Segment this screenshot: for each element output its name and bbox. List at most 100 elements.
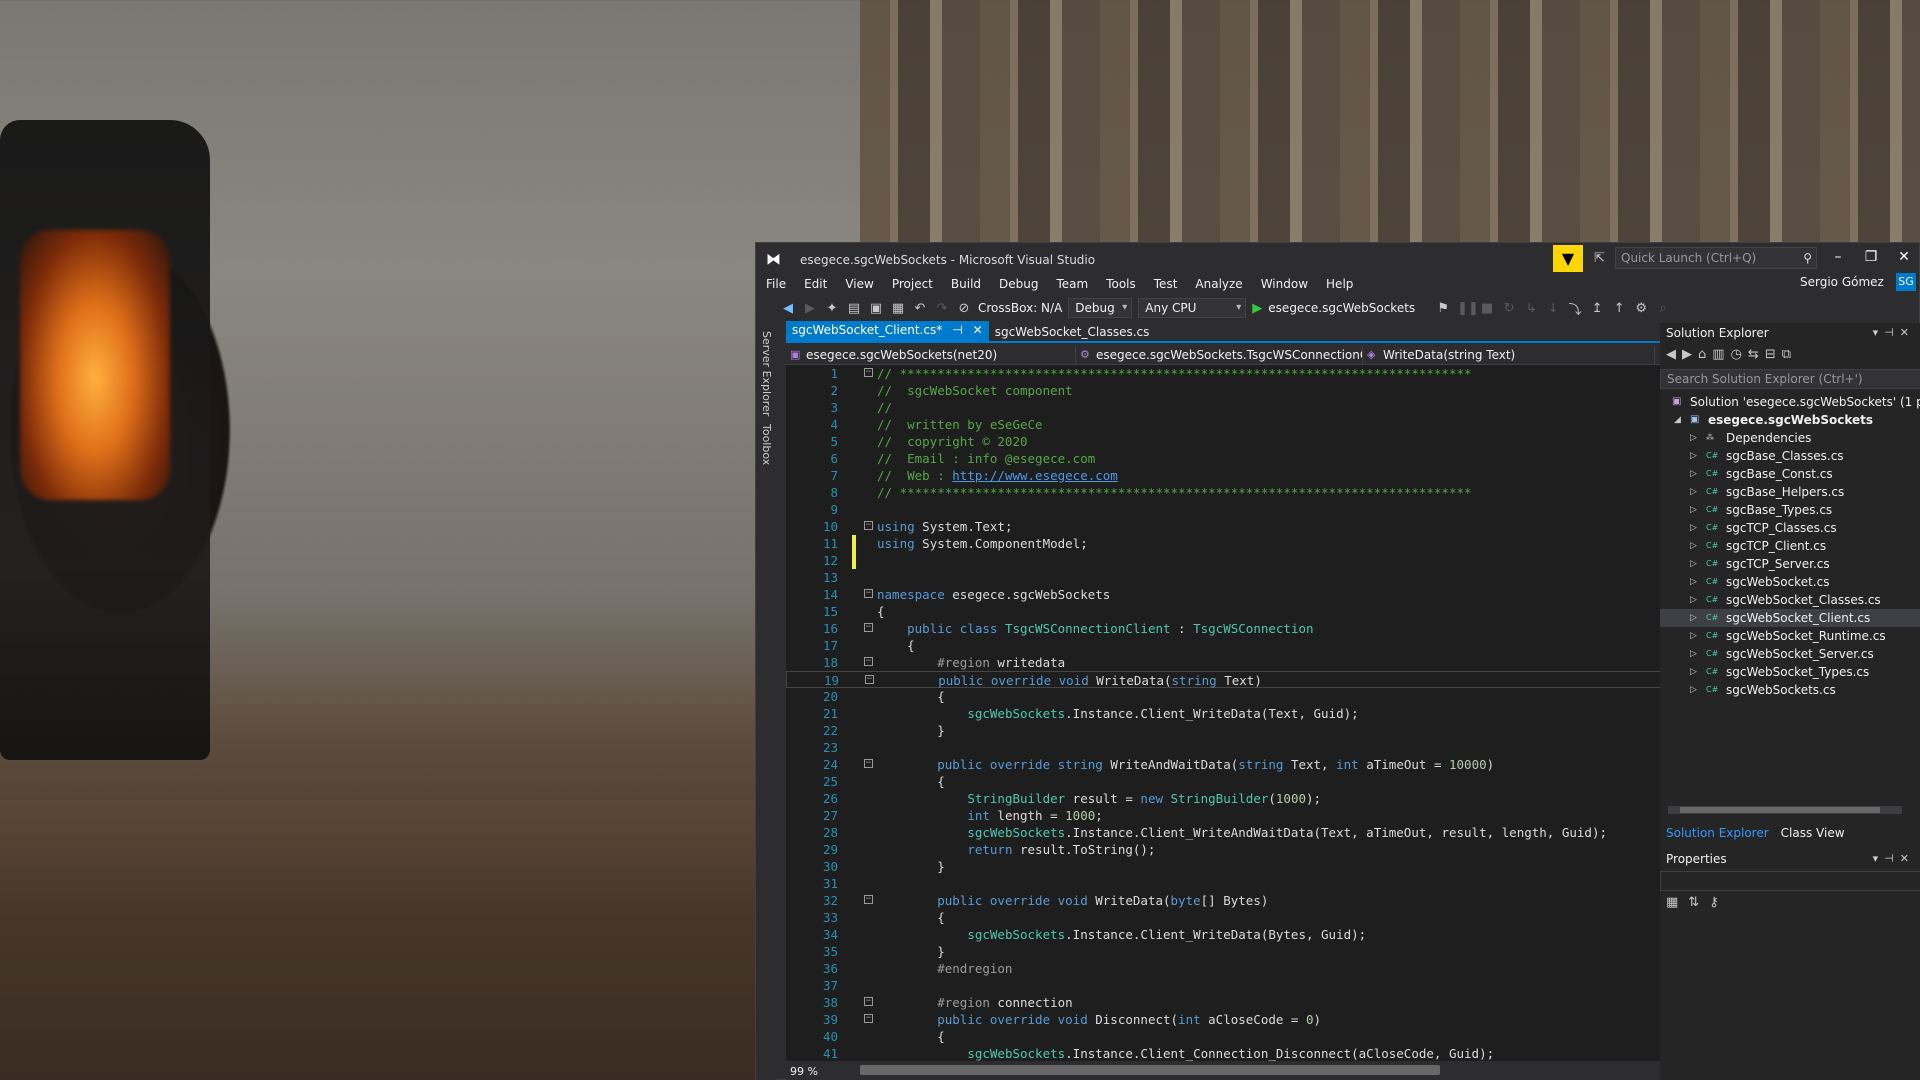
tab-toolbox[interactable]: Toolbox	[760, 424, 773, 465]
show-next-statement-icon[interactable]: ↳	[1523, 301, 1539, 316]
step-into-icon[interactable]: ↓	[1545, 301, 1561, 316]
startup-project-button[interactable]: esegece.sgcWebSockets	[1268, 301, 1415, 315]
menu-build[interactable]: Build	[951, 277, 981, 291]
save-all-icon[interactable]: ▦	[890, 301, 906, 316]
configuration-select[interactable]: Debug	[1068, 298, 1133, 318]
step-over-icon[interactable]: ⤵	[1567, 299, 1583, 318]
minimize-button[interactable]: –	[1828, 249, 1848, 265]
home-icon[interactable]: ⌂	[1698, 347, 1706, 362]
code-line[interactable]: 14 − namespace esegece.sgcWebSockets	[786, 586, 1694, 603]
collapse-all-icon[interactable]: ⊟	[1765, 347, 1776, 362]
menu-help[interactable]: Help	[1326, 277, 1353, 291]
zoom-icon[interactable]: ⌕	[1655, 301, 1671, 316]
menu-view[interactable]: View	[845, 277, 873, 291]
expand-arrow-icon[interactable]: ▷	[1690, 555, 1697, 573]
menu-file[interactable]: File	[766, 277, 786, 291]
user-name[interactable]: Sergio Gómez	[1800, 275, 1884, 289]
menu-analyze[interactable]: Analyze	[1195, 277, 1242, 291]
tab-sgcwebsocket-classes[interactable]: sgcWebSocket_Classes.cs	[989, 323, 1156, 341]
solution-node[interactable]: ▣ Solution 'esegece.sgcWebSockets' (1 pr…	[1660, 393, 1920, 411]
code-line[interactable]: 36 #endregion	[786, 960, 1694, 977]
platform-select[interactable]: Any CPU	[1138, 298, 1247, 318]
maximize-button[interactable]: ❐	[1861, 249, 1881, 265]
expand-arrow-icon[interactable]: ▷	[1690, 429, 1697, 447]
pause-icon[interactable]: ❚❚	[1457, 301, 1479, 316]
tab-class-view[interactable]: Class View	[1775, 823, 1851, 843]
expand-arrow-icon[interactable]: ▷	[1690, 645, 1697, 663]
filter-icon[interactable]: ▼	[1553, 245, 1583, 272]
hot-reload-icon[interactable]: ⚙	[1633, 301, 1649, 316]
expand-arrow-icon[interactable]: ▷	[1690, 573, 1697, 591]
stop-icon[interactable]: ■	[1479, 301, 1495, 316]
code-line[interactable]: 28 sgcWebSockets.Instance.Client_WriteAn…	[786, 824, 1694, 841]
panel-window-controls[interactable]: ▾⊣✕	[1873, 323, 1915, 343]
scroll-thumb[interactable]	[1680, 807, 1880, 813]
fold-toggle-icon[interactable]: −	[864, 759, 873, 768]
code-line[interactable]: 34 sgcWebSockets.Instance.Client_WriteDa…	[786, 926, 1694, 943]
tree-item[interactable]: ▷ C# sgcBase_Classes.cs	[1660, 447, 1920, 465]
code-line[interactable]: 22 }	[786, 722, 1694, 739]
feedback-icon[interactable]: ⇱	[1594, 251, 1605, 266]
fold-toggle-icon[interactable]: −	[864, 657, 873, 666]
properties-object-select[interactable]	[1660, 871, 1920, 891]
property-pages-icon[interactable]: ⚷	[1709, 895, 1719, 910]
expand-arrow-icon[interactable]: ▷	[1690, 483, 1697, 501]
menu-test[interactable]: Test	[1154, 277, 1178, 291]
expand-arrow-icon[interactable]: ▷	[1690, 681, 1697, 699]
code-line[interactable]: 10 − using System.Text;	[786, 518, 1694, 535]
tree-horizontal-scrollbar[interactable]	[1668, 806, 1902, 814]
fold-toggle-icon[interactable]: −	[864, 895, 873, 904]
expand-arrow-icon[interactable]: ▷	[1690, 465, 1697, 483]
alphabetical-icon[interactable]: ⇅	[1688, 895, 1699, 910]
tree-item[interactable]: ▷ C# sgcTCP_Client.cs	[1660, 537, 1920, 555]
expand-arrow-icon[interactable]: ▷	[1690, 609, 1697, 627]
code-line[interactable]: 27 int length = 1000;	[786, 807, 1694, 824]
code-line[interactable]: 41 sgcWebSockets.Instance.Client_Connect…	[786, 1045, 1694, 1061]
restart-icon[interactable]: ↻	[1501, 301, 1517, 316]
close-tab-icon[interactable]: ✕	[973, 323, 983, 339]
expand-arrow-icon[interactable]: ▷	[1690, 663, 1697, 681]
fold-toggle-icon[interactable]: −	[864, 589, 873, 598]
code-line[interactable]: 37	[786, 977, 1694, 994]
code-line[interactable]: 4 // written by eSeGeCe	[786, 416, 1694, 433]
pending-changes-icon[interactable]: ◷	[1731, 347, 1742, 362]
tab-sgcwebsocket-client[interactable]: sgcWebSocket_Client.cs* ⊣ ✕	[786, 321, 989, 341]
tree-item[interactable]: ▷ C# sgcWebSocket.cs	[1660, 573, 1920, 591]
tree-item[interactable]: ▷ C# sgcBase_Helpers.cs	[1660, 483, 1920, 501]
code-line[interactable]: 35 }	[786, 943, 1694, 960]
code-area[interactable]: 1−// ***********************************…	[786, 365, 1694, 1061]
step-out-icon[interactable]: ↥	[1589, 301, 1605, 316]
menu-window[interactable]: Window	[1261, 277, 1308, 291]
crossbox-label[interactable]: CrossBox: N/A	[978, 301, 1062, 315]
fold-toggle-icon[interactable]: −	[865, 675, 874, 684]
tree-item[interactable]: ▷ ⁂ Dependencies	[1660, 429, 1920, 447]
tree-item[interactable]: ▷ C# sgcBase_Const.cs	[1660, 465, 1920, 483]
menu-edit[interactable]: Edit	[804, 277, 827, 291]
properties-window-controls[interactable]: ▾⊣✕	[1873, 849, 1915, 869]
fold-toggle-icon[interactable]: −	[864, 521, 873, 530]
fold-toggle-icon[interactable]: −	[864, 1014, 873, 1023]
tree-item[interactable]: ▷ C# sgcWebSocket_Server.cs	[1660, 645, 1920, 663]
code-line[interactable]: 3 //	[786, 399, 1694, 416]
tree-item[interactable]: ▷ C# sgcWebSockets.cs	[1660, 681, 1920, 699]
back-icon[interactable]: ◀	[780, 301, 796, 316]
code-line[interactable]: 13	[786, 569, 1694, 586]
code-line[interactable]: 5 // copyright © 2020	[786, 433, 1694, 450]
step-back-icon[interactable]: ↑	[1611, 301, 1627, 316]
fold-toggle-icon[interactable]: −	[864, 368, 873, 377]
zoom-level[interactable]: 99 %	[786, 1065, 854, 1078]
close-button[interactable]: ✕	[1894, 249, 1914, 265]
tree-item[interactable]: ▷ C# sgcTCP_Classes.cs	[1660, 519, 1920, 537]
project-dropdown[interactable]: ▣ esegece.sgcWebSockets(net20)	[786, 345, 1076, 364]
project-node[interactable]: ◢ ▣ esegece.sgcWebSockets	[1660, 411, 1920, 429]
switch-views-icon[interactable]: ▥	[1712, 347, 1724, 362]
code-line[interactable]: 12	[786, 552, 1694, 569]
tree-item[interactable]: ▷ C# sgcBase_Types.cs	[1660, 501, 1920, 519]
expand-arrow-icon[interactable]: ▷	[1690, 501, 1697, 519]
forward-icon[interactable]: ▶	[1682, 347, 1692, 362]
fold-toggle-icon[interactable]: −	[864, 997, 873, 1006]
code-line[interactable]: 21 sgcWebSockets.Instance.Client_WriteDa…	[786, 705, 1694, 722]
expand-arrow-icon[interactable]: ▷	[1690, 591, 1697, 609]
tree-item[interactable]: ▷ C# sgcTCP_Server.cs	[1660, 555, 1920, 573]
code-line[interactable]: 18 − #region writedata	[786, 654, 1694, 671]
